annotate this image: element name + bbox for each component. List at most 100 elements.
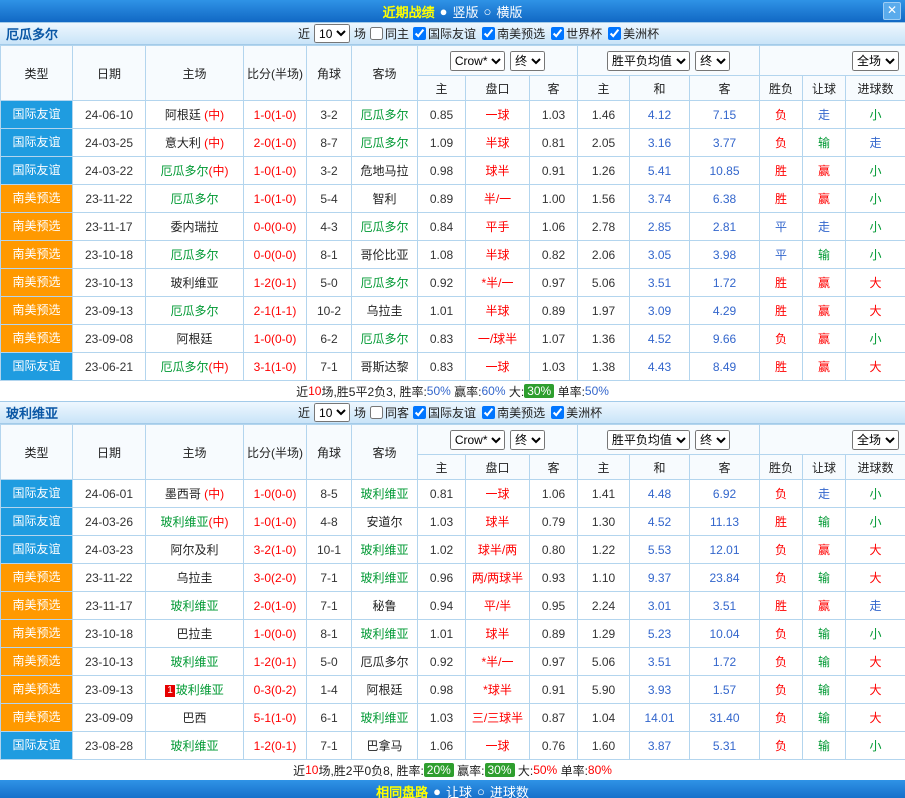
match-type: 南美预选 <box>1 592 73 620</box>
euro-odds-source-select[interactable]: 胜平负均值 <box>607 430 690 450</box>
col-header-handicap-result: 让球 <box>803 455 846 480</box>
competition-checkbox[interactable]: 南美预选 <box>482 404 545 421</box>
close-button[interactable]: ✕ <box>883 2 901 20</box>
asian-home-odds: 0.98 <box>418 676 466 704</box>
competition-checkbox-input[interactable] <box>413 406 426 419</box>
competition-checkbox[interactable]: 美洲杯 <box>551 404 602 421</box>
competition-label: 南美预选 <box>497 404 545 421</box>
filter-bar: 近 10 场 同主 国际友谊南美预选世界杯美洲杯 <box>298 24 659 43</box>
competition-filters: 国际友谊 南美预选世界杯美洲杯 <box>413 25 659 42</box>
filter-bar: 近 10 场 同客 国际友谊南美预选美洲杯 <box>298 403 602 422</box>
home-team: 厄瓜多尔 <box>146 185 244 213</box>
match-date: 24-06-10 <box>73 101 146 129</box>
home-team: 厄瓜多尔(中) <box>146 157 244 185</box>
away-team: 玻利维亚 <box>352 480 418 508</box>
competition-checkbox[interactable]: 国际友谊 <box>413 404 476 421</box>
home-team: 1玻利维亚 <box>146 676 244 704</box>
competition-checkbox-input[interactable] <box>551 406 564 419</box>
asian-odds-time-select[interactable]: 终 <box>510 51 545 71</box>
asian-odds-source-select[interactable]: Crow* <box>450 51 505 71</box>
competition-checkbox-input[interactable] <box>482 27 495 40</box>
same-venue-checkbox[interactable]: 同客 <box>370 404 409 421</box>
team-label: 哥伦比亚 <box>360 248 408 262</box>
competition-checkbox[interactable]: 国际友谊 <box>413 25 476 42</box>
competition-checkbox[interactable]: 世界杯 <box>551 25 602 42</box>
match-row: 南美预选23-10-13玻利维亚1-2(0-1)5-0厄瓜多尔0.92*半/一0… <box>1 269 905 297</box>
same-venue-checkbox[interactable]: 同主 <box>370 25 409 42</box>
result: 负 <box>760 648 803 676</box>
away-team: 厄瓜多尔 <box>352 101 418 129</box>
home-team: 乌拉圭 <box>146 564 244 592</box>
sameodds-radio-selected-icon[interactable]: ● <box>433 784 441 798</box>
sameodds-radio-goals[interactable]: 进球数 <box>490 782 529 798</box>
games-count-select[interactable]: 10 <box>314 24 350 43</box>
match-date: 24-03-22 <box>73 157 146 185</box>
score: 3-2(1-0) <box>244 536 307 564</box>
euro-draw-odds: 3.51 <box>630 648 690 676</box>
competition-label: 南美预选 <box>497 25 545 42</box>
match-type: 国际友谊 <box>1 157 73 185</box>
match-date: 23-06-21 <box>73 353 146 381</box>
filter-suffix-label: 场 <box>354 404 366 421</box>
same-venue-checkbox-input[interactable] <box>370 406 383 419</box>
scope-select[interactable]: 全场 <box>852 430 899 450</box>
score: 0-3(0-2) <box>244 676 307 704</box>
scope-select[interactable]: 全场 <box>852 51 899 71</box>
euro-odds-time-select[interactable]: 终 <box>695 430 730 450</box>
col-header-away: 客场 <box>352 425 418 480</box>
competition-checkbox-input[interactable] <box>413 27 426 40</box>
match-date: 23-10-13 <box>73 269 146 297</box>
asian-home-odds: 1.09 <box>418 129 466 157</box>
home-team: 意大利 (中) <box>146 129 244 157</box>
match-type: 国际友谊 <box>1 480 73 508</box>
match-date: 24-03-25 <box>73 129 146 157</box>
goals-result: 小 <box>846 732 905 760</box>
same-venue-checkbox-input[interactable] <box>370 27 383 40</box>
goals-result: 小 <box>846 157 905 185</box>
match-type: 南美预选 <box>1 704 73 732</box>
asian-handicap: *半/一 <box>466 648 530 676</box>
asian-handicap: 一球 <box>466 480 530 508</box>
competition-label: 国际友谊 <box>428 25 476 42</box>
goals-result: 小 <box>846 101 905 129</box>
col-header-asian-home: 主 <box>418 76 466 101</box>
team-label: 玻利维亚 <box>360 627 408 641</box>
goals-result: 大 <box>846 536 905 564</box>
asian-home-odds: 0.85 <box>418 101 466 129</box>
match-type: 南美预选 <box>1 648 73 676</box>
corners: 10-1 <box>307 536 352 564</box>
euro-home-odds: 1.30 <box>578 508 630 536</box>
sameodds-radio-unselected-icon[interactable]: ○ <box>477 784 485 798</box>
asian-odds-time-select[interactable]: 终 <box>510 430 545 450</box>
competition-checkbox-input[interactable] <box>482 406 495 419</box>
match-row: 南美预选23-10-13玻利维亚1-2(0-1)5-0厄瓜多尔0.92*半/一0… <box>1 648 905 676</box>
team-label: 玻利维亚 <box>176 683 224 697</box>
away-team: 玻利维亚 <box>352 536 418 564</box>
asian-handicap: 球半/两 <box>466 536 530 564</box>
games-count-select[interactable]: 10 <box>314 403 350 422</box>
euro-draw-odds: 5.41 <box>630 157 690 185</box>
layout-radio-selected-icon[interactable]: ● <box>440 4 448 19</box>
match-row: 国际友谊24-06-01墨西哥 (中)1-0(0-0)8-5玻利维亚0.81一球… <box>1 480 905 508</box>
score: 2-0(1-0) <box>244 592 307 620</box>
corners: 1-4 <box>307 676 352 704</box>
handicap-result: 走 <box>803 480 846 508</box>
layout-radio-unselected-icon[interactable]: ○ <box>484 4 492 19</box>
competition-checkbox[interactable]: 南美预选 <box>482 25 545 42</box>
competition-checkbox[interactable]: 美洲杯 <box>608 25 659 42</box>
euro-odds-time-select[interactable]: 终 <box>695 51 730 71</box>
team-name: 玻利维亚 <box>6 403 58 422</box>
asian-odds-source-select[interactable]: Crow* <box>450 430 505 450</box>
layout-radio-horizontal[interactable]: 横版 <box>496 2 522 21</box>
competition-checkbox-input[interactable] <box>608 27 621 40</box>
match-row: 国际友谊24-03-25意大利 (中)2-0(1-0)8-7厄瓜多尔1.09半球… <box>1 129 905 157</box>
sameodds-radio-handicap[interactable]: 让球 <box>446 782 472 798</box>
handicap-result: 赢 <box>803 353 846 381</box>
home-team: 墨西哥 (中) <box>146 480 244 508</box>
competition-checkbox-input[interactable] <box>551 27 564 40</box>
layout-radio-vertical[interactable]: 竖版 <box>452 2 478 21</box>
euro-odds-source-select[interactable]: 胜平负均值 <box>607 51 690 71</box>
home-team: 厄瓜多尔 <box>146 297 244 325</box>
corners: 7-1 <box>307 353 352 381</box>
match-row: 南美预选23-09-131玻利维亚0-3(0-2)1-4阿根廷0.98*球半0.… <box>1 676 905 704</box>
